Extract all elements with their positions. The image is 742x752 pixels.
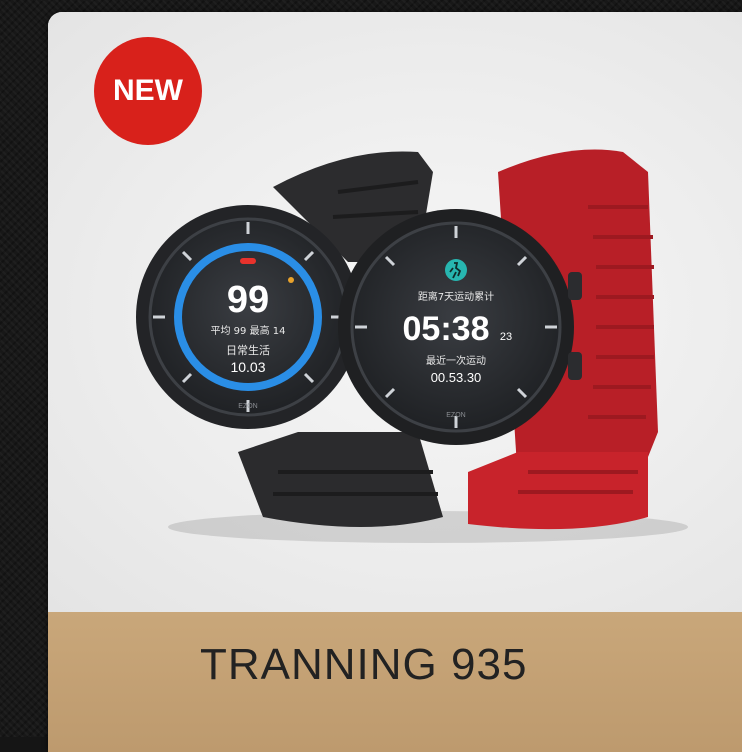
right-line3: 00.53.30 [431, 370, 482, 385]
right-time-main: 05:38 [403, 310, 490, 348]
right-line1: 距离7天运动累计 [418, 290, 494, 303]
new-badge: NEW [94, 37, 202, 145]
left-main-value: 99 [227, 279, 269, 321]
left-line3: 10.03 [230, 359, 265, 375]
left-brand: EZON [238, 403, 257, 410]
right-line2: 最近一次运动 [426, 354, 486, 367]
left-line1: 平均 99 最高 14 [211, 324, 286, 337]
left-line2: 日常生活 [226, 343, 270, 357]
right-brand: EZON [446, 412, 465, 419]
right-time-sub: 23 [500, 331, 512, 343]
product-title[interactable]: TRANNING 935 [200, 640, 600, 690]
left-watch: 99 平均 99 最高 14 日常生活 10.03 EZON [136, 205, 360, 429]
new-badge-label: NEW [113, 74, 183, 107]
product-image-area: 99 平均 99 最高 14 日常生活 10.03 EZON 距离7天运动累计 … [48, 12, 742, 612]
